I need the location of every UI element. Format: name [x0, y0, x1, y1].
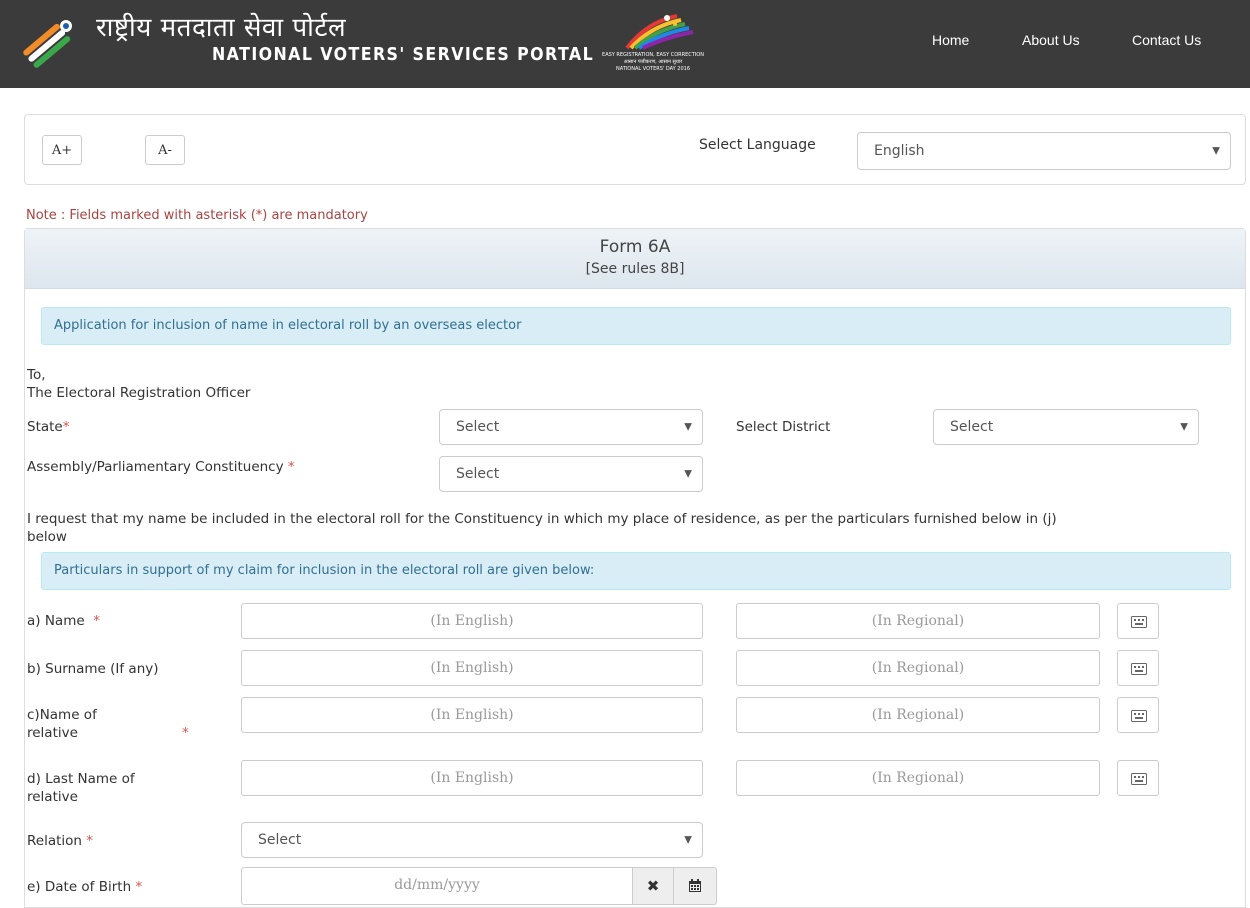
keyboard-icon [1131, 663, 1147, 675]
constituency-select-value: Select [456, 466, 500, 482]
portal-title-english: NATIONAL VOTERS' SERVICES PORTAL [212, 44, 595, 65]
state-label-text: State [27, 419, 63, 435]
nvd-graphic-icon [625, 14, 694, 50]
chevron-down-icon: ▼ [684, 834, 692, 846]
keyboard-icon [1131, 616, 1147, 628]
eci-logo-icon [23, 20, 72, 68]
surname-keyboard-button[interactable] [1117, 650, 1159, 686]
nav-home[interactable]: Home [932, 32, 969, 48]
nvd-logo-line-2: आसान पंजीकरण, आसान सुधार [623, 59, 683, 65]
name-label-text: a) Name [27, 613, 85, 629]
keyboard-icon [1131, 773, 1147, 785]
officer-text: The Electoral Registration Officer [27, 385, 251, 401]
required-mark: * [135, 879, 143, 895]
nav-contact-us[interactable]: Contact Us [1132, 32, 1201, 48]
relation-select[interactable]: Select ▼ [241, 822, 703, 858]
font-increase-button[interactable]: A+ [42, 135, 82, 165]
form-header: Form 6A [See rules 8B] [25, 229, 1245, 289]
keyboard-icon [1131, 710, 1147, 722]
relative-name-label-line-2: relative [27, 725, 78, 741]
dob-clear-button[interactable]: ✖ [632, 867, 674, 905]
calendar-icon [689, 879, 701, 892]
constituency-label: Assembly/Parliamentary Constituency * [27, 459, 295, 475]
relative-last-name-regional-input[interactable]: (In Regional) [736, 760, 1100, 796]
site-header: राष्ट्रीय मतदाता सेवा पोर्टल NATIONAL VO… [0, 0, 1250, 88]
to-text: To, [27, 367, 46, 383]
required-mark: * [287, 459, 295, 475]
nvd-logo-line-3: NATIONAL VOTERS' DAY 2016 [615, 66, 691, 72]
constituency-select[interactable]: Select ▼ [439, 456, 703, 492]
form-subtitle: [See rules 8B] [585, 261, 685, 277]
request-text-line-2: below [27, 529, 67, 545]
language-select[interactable]: English ▼ [857, 132, 1231, 170]
mandatory-fields-note: Note : Fields marked with asterisk (*) a… [26, 208, 368, 223]
dob-calendar-button[interactable] [673, 867, 717, 905]
required-mark: * [62, 419, 70, 435]
relative-name-keyboard-button[interactable] [1117, 697, 1159, 733]
relation-select-value: Select [258, 832, 302, 848]
dob-label: e) Date of Birth * [27, 879, 142, 895]
form-panel: Form 6A [See rules 8B] Application for i… [24, 228, 1246, 908]
dob-input[interactable]: dd/mm/yyyy [241, 867, 633, 905]
relative-last-name-label-line-1: d) Last Name of [27, 771, 135, 787]
district-select[interactable]: Select ▼ [933, 409, 1199, 445]
close-icon: ✖ [646, 877, 660, 895]
state-label: State* [27, 419, 69, 435]
chevron-down-icon: ▼ [1180, 421, 1188, 433]
relative-name-english-input[interactable]: (In English) [241, 697, 703, 733]
name-label: a) Name * [27, 613, 100, 629]
language-label: Select Language [699, 137, 816, 153]
surname-label: b) Surname (If any) [27, 661, 159, 677]
form-title: Form 6A [599, 237, 671, 257]
request-text-line-1: I request that my name be included in th… [27, 511, 1057, 527]
relative-last-name-english-input[interactable]: (In English) [241, 760, 703, 796]
district-select-value: Select [950, 419, 994, 435]
chevron-down-icon: ▼ [684, 468, 692, 480]
chevron-down-icon: ▼ [1212, 145, 1220, 157]
surname-regional-input[interactable]: (In Regional) [736, 650, 1100, 686]
relation-label: Relation * [27, 833, 93, 849]
state-select[interactable]: Select ▼ [439, 409, 703, 445]
required-mark: * [86, 833, 94, 849]
state-select-value: Select [456, 419, 500, 435]
portal-title-hindi: राष्ट्रीय मतदाता सेवा पोर्टल [96, 13, 347, 43]
name-regional-input[interactable]: (In Regional) [736, 603, 1100, 639]
nav-about-us[interactable]: About Us [1022, 32, 1080, 48]
nvd-logo-line-1: EASY REGISTRATION, EASY CORRECTION [602, 52, 704, 58]
relation-label-text: Relation [27, 833, 82, 849]
accessibility-toolbar: A+ A- Select Language English ▼ [24, 114, 1246, 185]
district-label: Select District [736, 419, 831, 435]
required-mark: * [93, 613, 101, 629]
relative-name-label-line-1: c)Name of [27, 707, 97, 723]
constituency-label-text: Assembly/Parliamentary Constituency [27, 459, 284, 475]
dob-label-text: e) Date of Birth [27, 879, 132, 895]
relative-last-name-label-line-2: relative [27, 789, 78, 805]
language-select-value: English [874, 143, 925, 159]
relative-name-regional-input[interactable]: (In Regional) [736, 697, 1100, 733]
surname-english-input[interactable]: (In English) [241, 650, 703, 686]
name-keyboard-button[interactable] [1117, 603, 1159, 639]
name-english-input[interactable]: (In English) [241, 603, 703, 639]
national-voters-day-logo: EASY REGISTRATION, EASY CORRECTION आसान … [597, 12, 709, 74]
particulars-bar: Particulars in support of my claim for i… [41, 552, 1231, 590]
relative-last-name-keyboard-button[interactable] [1117, 760, 1159, 796]
application-intro-bar: Application for inclusion of name in ele… [41, 307, 1231, 345]
required-mark: * [182, 725, 189, 741]
chevron-down-icon: ▼ [684, 421, 692, 433]
font-decrease-button[interactable]: A- [145, 135, 185, 165]
